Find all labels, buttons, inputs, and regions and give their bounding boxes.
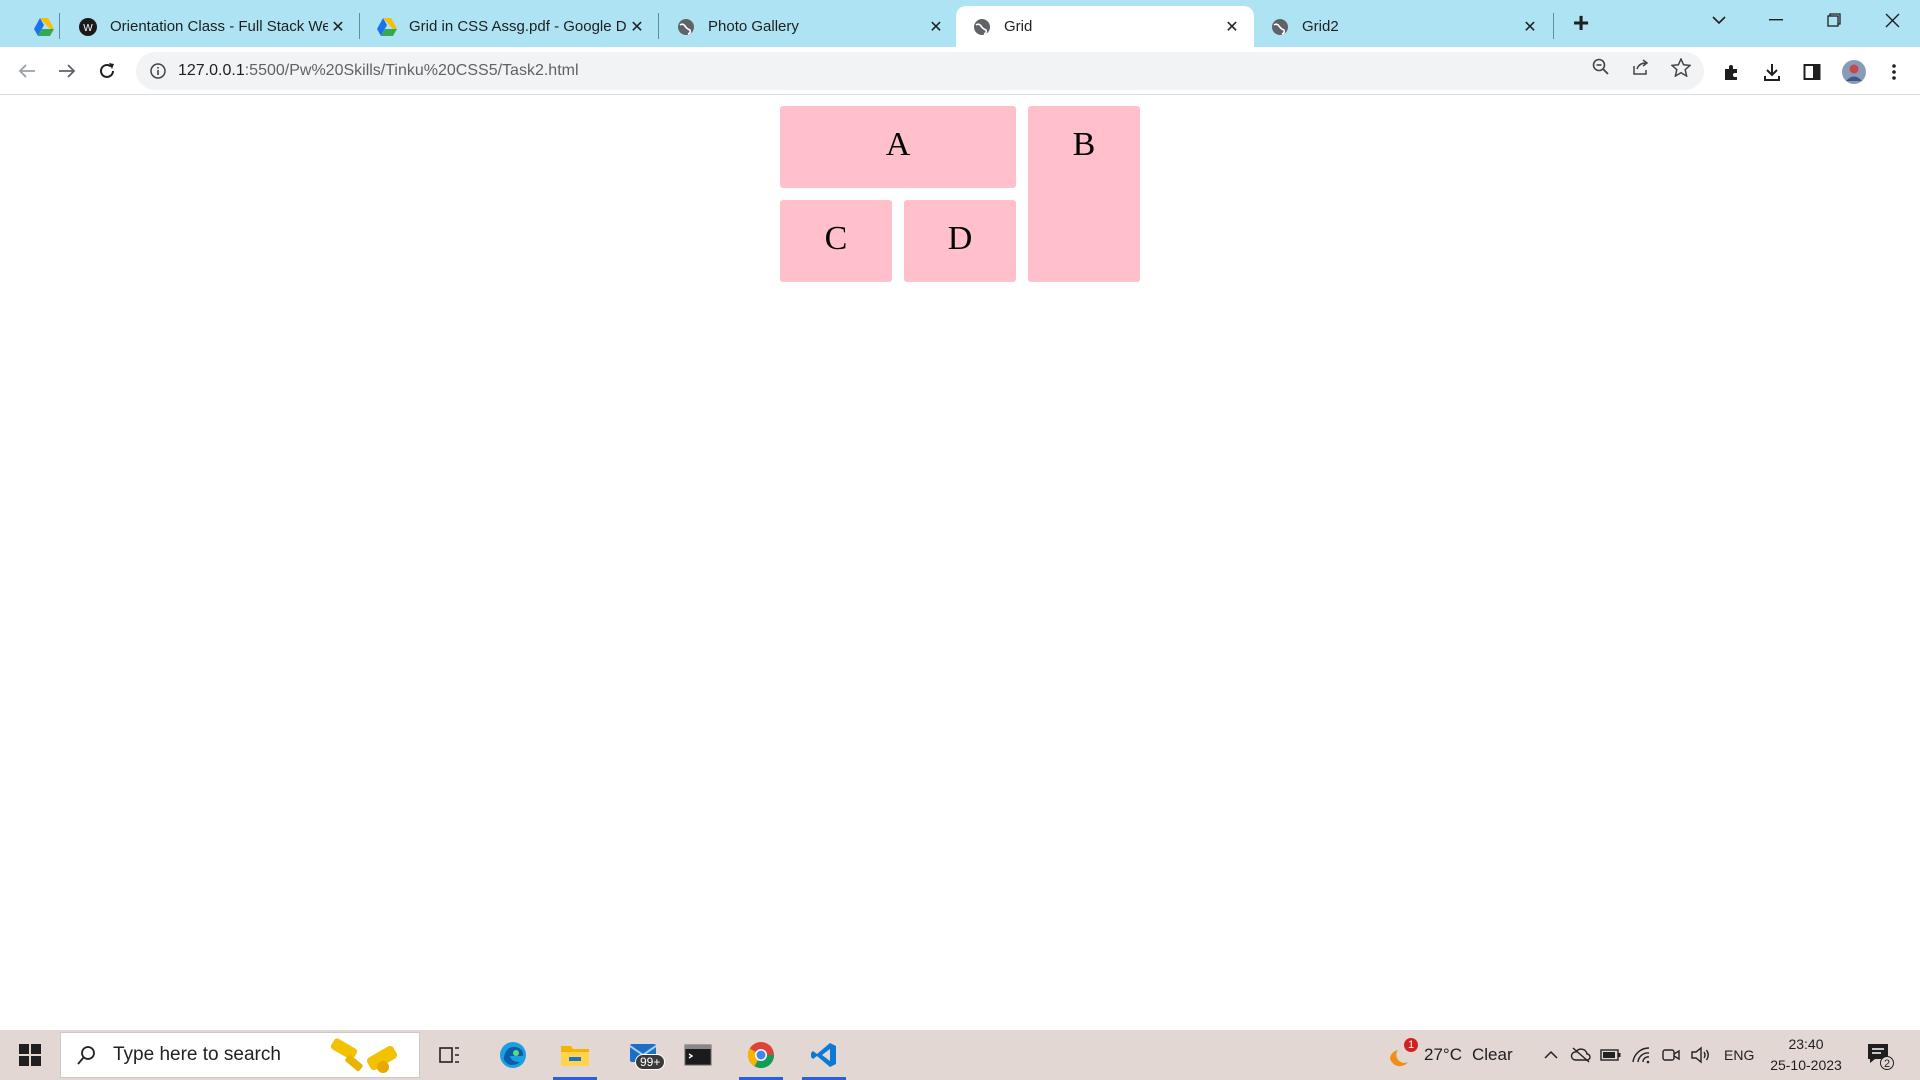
browser-toolbar: 127.0.0.1:5500/Pw%20Skills/Tinku%20CSS5/… [0,47,1920,95]
forward-arrow-icon [59,64,76,78]
task-view-button[interactable] [422,1030,478,1080]
tab-title: Grid2 [1302,18,1339,35]
search-icon [75,1043,99,1067]
weather-widget[interactable]: 27°C Clear [1424,1030,1513,1080]
globe-icon [1270,17,1290,37]
tab-separator [658,13,659,39]
google-drive-icon [377,17,397,37]
bookmark-star-icon[interactable] [1670,56,1692,78]
grid-cell-c: C [780,200,892,282]
tab-title: Grid in CSS Assg.pdf - Google D [409,18,627,35]
new-tab-button[interactable]: + [1566,3,1596,43]
show-hidden-icons-chevron-icon[interactable] [1540,1044,1562,1066]
back-button[interactable] [11,55,43,87]
wifi-icon[interactable] [1630,1044,1652,1066]
weather-condition: Clear [1471,1045,1513,1064]
downloads-icon[interactable] [1760,60,1784,84]
folder-icon [561,1046,589,1066]
tab-grid-active[interactable]: Grid ✕ [956,6,1254,47]
url-path: :5500/Pw%20Skills/Tinku%20CSS5/Task2.htm… [244,62,579,79]
globe-icon [972,17,992,37]
url-host: 127.0.0.1 [178,62,245,79]
menu-kebab-icon[interactable] [1882,60,1906,84]
vscode-icon [811,1043,836,1067]
reload-button[interactable] [91,55,123,87]
search-placeholder: Type here to search [113,1044,281,1065]
pw-skills-icon: W [78,17,98,37]
close-tab-icon[interactable]: ✕ [1520,17,1540,37]
meet-now-icon[interactable] [1660,1044,1682,1066]
tab-separator [1553,13,1554,39]
windows-logo-icon [19,1044,41,1066]
taskbar-vscode[interactable] [796,1030,852,1080]
zoom-out-icon[interactable] [1590,56,1612,78]
taskbar-terminal[interactable] [670,1030,726,1080]
windows-taskbar: Type here to search 99+ 1 27°C Clear ENG… [0,1030,1920,1080]
reload-icon [100,63,114,78]
weather-temperature: 27°C [1424,1045,1462,1064]
tab-title: Orientation Class - Full Stack We [110,18,328,35]
restore-window-icon[interactable] [1816,0,1852,40]
taskbar-chrome[interactable] [733,1030,789,1080]
tab-orientation-class[interactable]: W Orientation Class - Full Stack We ✕ [62,6,360,47]
weather-icon[interactable]: 1 [1386,1038,1418,1068]
tab-separator [359,13,360,39]
grid-container: A B C D [780,106,1140,282]
clock-time: 23:40 [1788,1036,1824,1052]
back-arrow-icon [18,64,35,78]
taskbar-file-explorer[interactable] [547,1030,603,1080]
volume-icon[interactable] [1690,1044,1712,1066]
close-window-icon[interactable] [1874,0,1910,40]
onedrive-offline-icon[interactable] [1570,1044,1592,1066]
close-tab-icon[interactable]: ✕ [1222,17,1242,37]
search-highlight-illustration [330,1038,398,1073]
battery-icon[interactable] [1600,1044,1622,1066]
input-language[interactable]: ENG [1724,1030,1754,1080]
edge-icon [500,1042,526,1068]
tab-photo-gallery[interactable]: Photo Gallery ✕ [660,6,958,47]
profile-avatar[interactable] [1840,58,1868,86]
clock-date: 25-10-2023 [1770,1057,1842,1073]
forward-button[interactable] [51,55,83,87]
mail-unread-badge: 99+ [635,1054,666,1070]
grid-cell-a: A [780,106,1016,188]
close-tab-icon[interactable]: ✕ [926,17,946,37]
tab-separator [59,13,60,39]
google-drive-icon [34,17,54,37]
tab-grid-in-css-assg[interactable]: Grid in CSS Assg.pdf - Google D ✕ [361,6,659,47]
share-icon[interactable] [1630,56,1652,78]
start-button[interactable] [0,1030,60,1080]
grid-cell-b: B [1028,106,1140,282]
taskbar-edge[interactable] [485,1030,541,1080]
tab-search-chevron-icon[interactable] [1704,0,1734,40]
tab-title: Grid [1004,18,1033,35]
tab-title: Photo Gallery [708,18,799,35]
notification-center-button[interactable]: 2 [1866,1042,1894,1070]
address-bar[interactable]: 127.0.0.1:5500/Pw%20Skills/Tinku%20CSS5/… [136,52,1704,90]
page-viewport: A B C D [0,96,1920,1030]
close-tab-icon[interactable]: ✕ [627,17,647,37]
url-text[interactable]: 127.0.0.1:5500/Pw%20Skills/Tinku%20CSS5/… [178,62,579,80]
grid-cell-d: D [904,200,1016,282]
taskbar-mail[interactable]: 99+ [617,1030,673,1080]
svg-text:W: W [83,23,93,34]
terminal-icon [684,1044,712,1066]
globe-icon [676,17,696,37]
minimize-window-icon[interactable] [1758,0,1794,40]
extensions-icon[interactable] [1720,60,1744,84]
site-info-icon[interactable] [148,61,168,81]
notification-count-badge: 2 [1880,1056,1894,1070]
task-view-icon [439,1047,459,1063]
taskbar-clock[interactable]: 23:40 25-10-2023 [1758,1034,1854,1076]
close-tab-icon[interactable]: ✕ [328,17,348,37]
taskbar-search-box[interactable]: Type here to search [60,1032,420,1078]
side-panel-icon[interactable] [1800,60,1824,84]
tab-grid2[interactable]: Grid2 ✕ [1254,6,1552,47]
weather-alert-badge: 1 [1404,1038,1418,1052]
chrome-icon [747,1042,775,1069]
browser-tab-strip: W Orientation Class - Full Stack We ✕ Gr… [0,0,1920,47]
